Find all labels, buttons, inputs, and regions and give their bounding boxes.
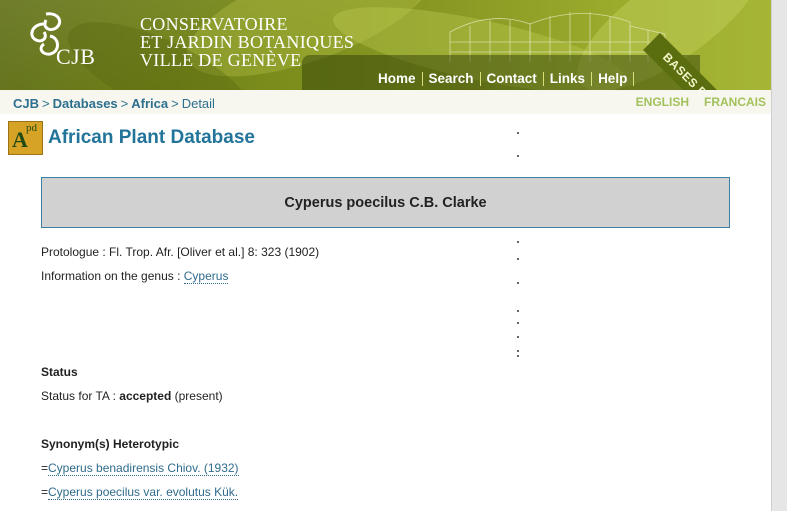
lang-english[interactable]: ENGLISH: [636, 95, 689, 109]
divider-dot: [517, 355, 519, 357]
divider-dot: [517, 336, 519, 338]
synonyms-heading: Synonym(s) Heterotypic: [41, 437, 180, 451]
scrollbar-gutter[interactable]: [771, 0, 787, 511]
org-name-line-3: VILLE DE GENÈVE: [140, 50, 302, 70]
breadcrumb-separator: >: [171, 96, 179, 111]
species-name: Cyperus poecilus C.B. Clarke: [284, 195, 487, 211]
synonym-prefix: =: [41, 461, 49, 475]
header-banner: CJB CONSERVATOIRE ET JARDIN BOTANIQUES V…: [0, 0, 771, 90]
lang-francais[interactable]: FRANCAIS: [704, 95, 766, 109]
divider-dot: [517, 241, 519, 243]
divider-dot: [517, 310, 519, 312]
nav-help[interactable]: Help: [591, 72, 635, 86]
divider-dot: [517, 350, 519, 352]
species-header-box: Cyperus poecilus C.B. Clarke: [41, 177, 730, 228]
status-line: Status for TA : accepted (present): [41, 389, 223, 403]
breadcrumb-separator: >: [120, 96, 129, 111]
divider-dot: [517, 258, 519, 260]
breadcrumb-current: Detail: [181, 96, 215, 111]
nav-search[interactable]: Search: [421, 72, 480, 86]
org-name-line-1: CONSERVATOIRE: [140, 14, 288, 34]
nav-contact[interactable]: Contact: [479, 72, 543, 86]
divider-dot: [517, 155, 519, 157]
divider-dot: [517, 322, 519, 324]
genus-label: Information on the genus :: [41, 269, 184, 283]
language-switcher: ENGLISH FRANCAIS: [621, 95, 766, 109]
synonym-link[interactable]: Cyperus benadirensis Chiov. (1932): [48, 461, 239, 476]
status-note: (present): [171, 389, 223, 403]
divider-dot: [517, 282, 519, 284]
main-nav: Home Search Contact Links Help: [372, 70, 635, 88]
synonym-row: =Cyperus poecilus var. evolutus Kük.: [41, 485, 239, 500]
status-heading: Status: [41, 365, 78, 379]
breadcrumb-separator: >: [42, 96, 50, 111]
status-value: accepted: [119, 389, 172, 403]
apd-logo-icon: A pd: [8, 121, 43, 155]
greenhouse-graphic-icon: [449, 12, 666, 62]
page: CJB CONSERVATOIRE ET JARDIN BOTANIQUES V…: [0, 0, 771, 511]
breadcrumb-bar: CJB > Databases > Africa > Detail ENGLISH FRANC…: [0, 90, 771, 114]
genus-link[interactable]: Cyperus: [183, 269, 229, 284]
protologue: Protologue : Fl. Trop. Afr. [Oliver et a…: [41, 245, 320, 259]
breadcrumb: CJB > Databases > Africa > Detail: [13, 96, 215, 111]
divider-dot: [517, 132, 519, 134]
synonym-row: =Cyperus benadirensis Chiov. (1932): [41, 461, 239, 476]
breadcrumb-databases[interactable]: Databases: [53, 96, 118, 111]
synonym-link[interactable]: Cyperus poecilus var. evolutus Kük.: [48, 485, 239, 500]
status-label: Status for TA :: [41, 389, 120, 403]
synonym-prefix: =: [41, 485, 49, 499]
nav-home[interactable]: Home: [372, 72, 422, 86]
logo-text: CJB: [56, 44, 96, 69]
breadcrumb-cjb[interactable]: CJB: [13, 96, 39, 111]
apd-logo-superscript: pd: [26, 122, 37, 134]
database-title: African Plant Database: [48, 127, 255, 148]
nav-links[interactable]: Links: [542, 72, 591, 86]
org-name-line-2: ET JARDIN BOTANIQUES: [140, 32, 355, 52]
breadcrumb-africa[interactable]: Africa: [131, 96, 168, 111]
genus-info: Information on the genus : Cyperus: [41, 269, 229, 284]
